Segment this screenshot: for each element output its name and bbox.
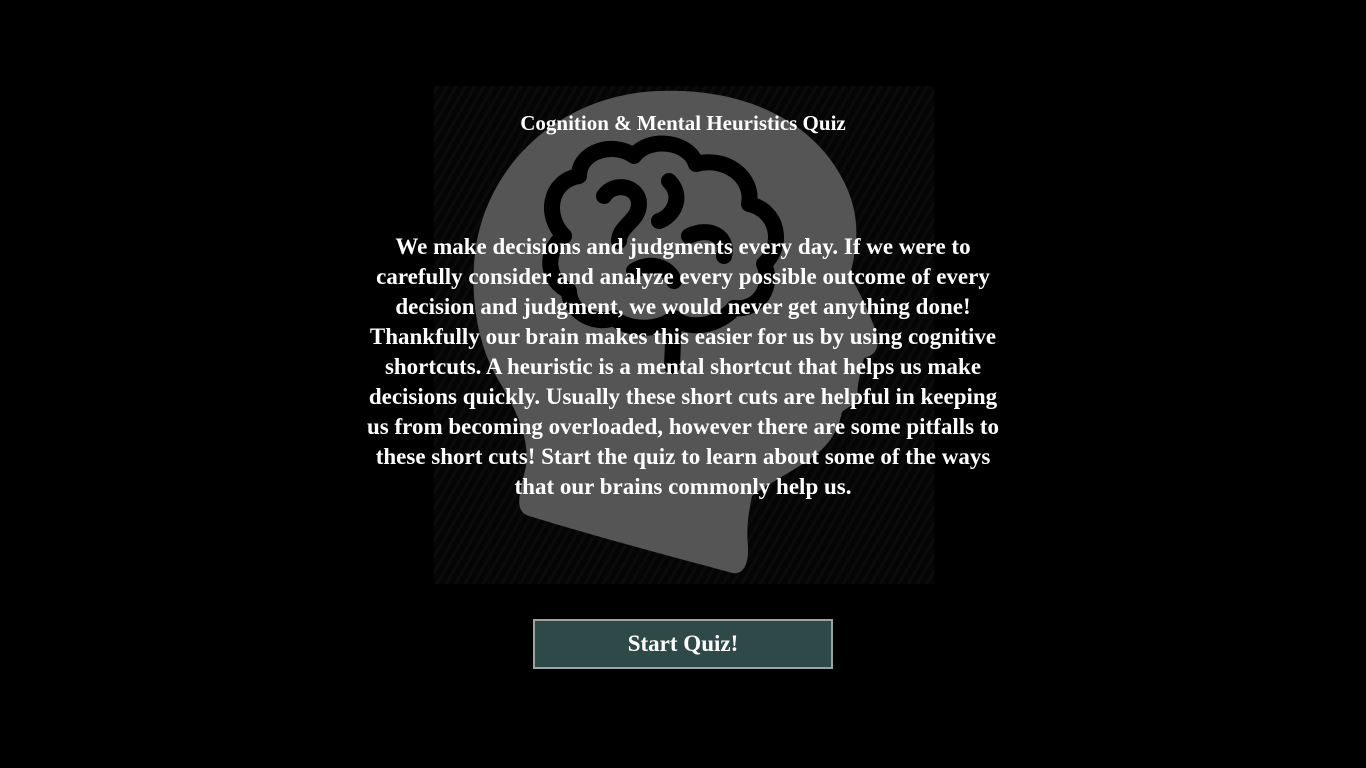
intro-paragraph: We make decisions and judgments every da… <box>367 234 999 499</box>
quiz-title: Cognition & Mental Heuristics Quiz <box>520 111 846 135</box>
quiz-start-screen: Cognition & Mental Heuristics Quiz We ma… <box>0 0 1366 768</box>
start-quiz-button[interactable]: Start Quiz! <box>533 619 833 669</box>
